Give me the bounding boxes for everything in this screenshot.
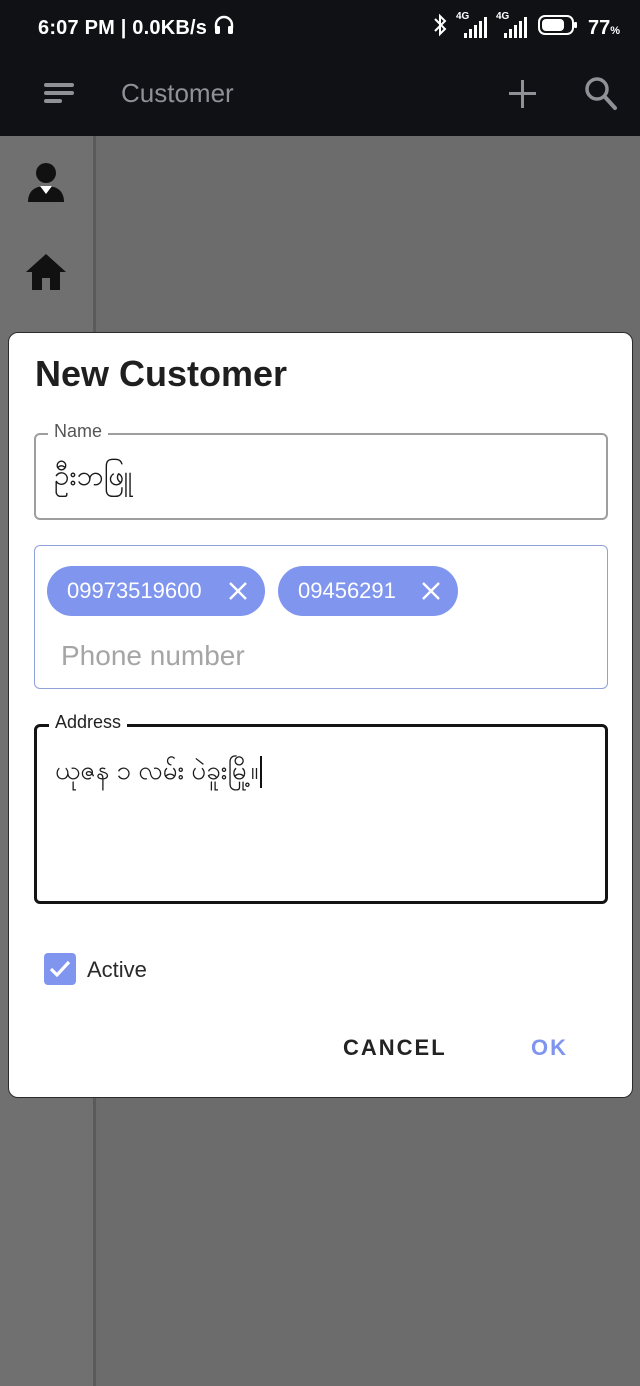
user-icon[interactable] [24, 160, 68, 204]
status-left: 6:07 PM | 0.0KB/s [38, 14, 235, 42]
ok-button[interactable]: OK [531, 1035, 568, 1061]
phone-field[interactable]: 09973519600 09456291 Phone number [34, 545, 608, 689]
sim2-network-type: 4G [495, 11, 510, 22]
signal-icon-sim2: 4G [496, 11, 528, 39]
phone-chip-label: 09973519600 [67, 578, 202, 603]
battery-unit: % [610, 24, 620, 37]
cancel-button[interactable]: CANCEL [343, 1035, 447, 1061]
address-text: ယုဇန ၁ လမ်း ပဲခူးမြို့။ [55, 755, 259, 785]
app-bar: Customer [0, 56, 640, 136]
signal-icon-sim1: 4G [456, 11, 488, 39]
address-field-label: Address [49, 712, 128, 733]
phone-input-placeholder[interactable]: Phone number [61, 640, 245, 672]
headset-icon [213, 14, 235, 42]
name-field-label: Name [48, 421, 109, 442]
name-field-value: ဦးဘဖြူ [54, 460, 133, 491]
checkmark-icon [49, 960, 71, 978]
battery-icon [537, 14, 578, 42]
home-icon[interactable] [24, 250, 68, 294]
page-title: Customer [121, 78, 234, 108]
status-right: 4G 4G 77% [432, 11, 620, 43]
battery-percent: 77 [587, 16, 611, 39]
address-field[interactable]: Address ယုဇန ၁ လမ်း ပဲခူးမြို့။ [34, 712, 608, 904]
status-bar: 6:07 PM | 0.0KB/s 4G 4G 77% [0, 0, 640, 56]
bluetooth-icon [432, 13, 448, 43]
phone-chip[interactable]: 09456291 [278, 566, 458, 616]
close-icon[interactable] [420, 580, 442, 602]
status-time-speed: 6:07 PM | 0.0KB/s [38, 16, 208, 39]
dialog-title: New Customer [35, 353, 288, 394]
battery-level: 77% [588, 17, 620, 40]
address-field-value: ယုဇန ၁ လမ်း ပဲခူးမြို့။ [55, 753, 263, 792]
name-field[interactable]: Name ဦးဘဖြူ [34, 421, 608, 520]
plus-icon[interactable] [508, 74, 538, 114]
new-customer-dialog: New Customer Name ဦးဘဖြူ 09973519600 094… [8, 332, 633, 1098]
active-checkbox[interactable] [44, 953, 76, 985]
sim1-network-type: 4G [455, 11, 470, 22]
search-icon[interactable] [584, 74, 618, 114]
phone-chip-label: 09456291 [298, 578, 396, 603]
phone-chip[interactable]: 09973519600 [47, 566, 265, 616]
close-icon[interactable] [227, 580, 249, 602]
text-cursor [260, 756, 263, 789]
menu-icon[interactable] [44, 80, 76, 110]
active-label: Active [87, 957, 147, 982]
